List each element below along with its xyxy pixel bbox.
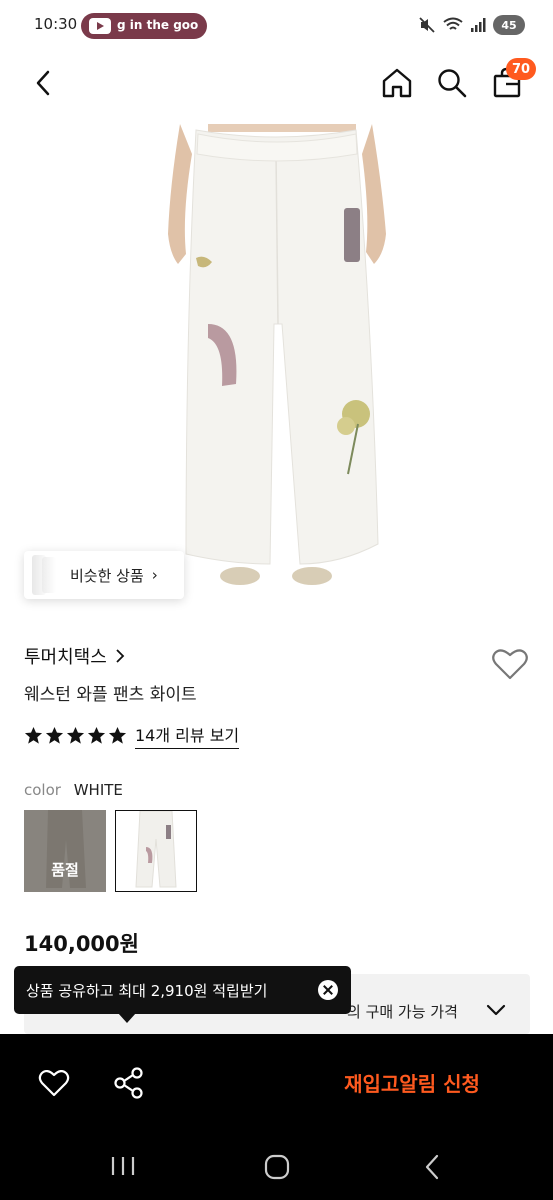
media-pill[interactable]: g in the goo [81,13,207,39]
status-time: 10:30 [34,15,78,33]
home-icon [382,68,412,98]
color-swatch[interactable]: 품절 [24,810,106,892]
heart-icon [38,1070,70,1097]
product-image[interactable] [0,124,553,624]
similar-products-button[interactable]: 비슷한 상품 › [24,551,184,599]
media-text: g in the goo [117,18,199,32]
wifi-icon [443,17,463,30]
similar-thumb [42,557,56,593]
color-swatch-selected[interactable] [115,810,197,892]
star-icon [66,726,85,744]
back-button[interactable] [26,66,60,100]
chevron-down-icon [486,1004,506,1016]
home-button[interactable] [378,64,416,102]
color-label: color [24,781,61,799]
bottom-action-bar: 재입고알림 신청 [0,1034,553,1130]
star-icon [87,726,106,744]
youtube-icon [89,18,111,34]
star-icon [45,726,64,744]
tooltip-tail [118,1013,136,1023]
share-icon [114,1067,143,1099]
rating: 14개 리뷰 보기 [24,722,240,749]
color-row: color WHITE [24,781,123,799]
wishlist-action-button[interactable] [38,1068,70,1098]
system-back-icon[interactable] [422,1154,442,1180]
cart-count-badge: 70 [506,58,536,80]
color-value: WHITE [73,781,123,799]
price: 140,000원 [24,932,139,956]
status-icons: 45 [418,15,525,35]
star-icon [108,726,127,744]
search-button[interactable] [433,64,471,102]
battery-indicator: 45 [493,15,525,35]
member-price-label: 의 구매 가능 가격 [347,1003,458,1021]
status-bar: 10:30 g in the goo 45 [0,0,553,52]
review-link[interactable]: 14개 리뷰 보기 [135,722,240,749]
similar-products-label: 비슷한 상품 [70,566,144,585]
swatch-thumb [116,811,195,890]
brand-link[interactable]: 투머치택스 [24,643,125,669]
product-title: 웨스턴 와플 팬츠 화이트 [24,685,197,705]
heart-icon [492,649,528,680]
brand-name: 투머치택스 [24,647,107,668]
app-header [0,52,553,118]
chevron-right-icon [116,649,125,663]
chevron-right-icon: › [151,566,158,584]
mute-icon [419,17,435,33]
tooltip-text: 상품 공유하고 최대 2,910원 적립받기 [26,981,268,1000]
restock-alert-button[interactable]: 재입고알림 신청 [312,1064,512,1100]
share-button[interactable] [113,1066,145,1100]
wishlist-button[interactable] [491,647,529,683]
share-reward-tooltip: 상품 공유하고 최대 2,910원 적립받기 [14,966,351,1014]
close-icon[interactable] [318,980,338,1000]
product-photo [168,124,386,585]
system-home-icon[interactable] [264,1154,290,1180]
star-icon [24,726,43,744]
signal-icon [471,18,486,32]
soldout-label: 품절 [24,810,106,892]
back-icon [36,70,50,96]
search-icon [438,69,467,98]
system-navigation-bar [0,1130,553,1200]
recent-apps-icon[interactable] [110,1155,136,1177]
